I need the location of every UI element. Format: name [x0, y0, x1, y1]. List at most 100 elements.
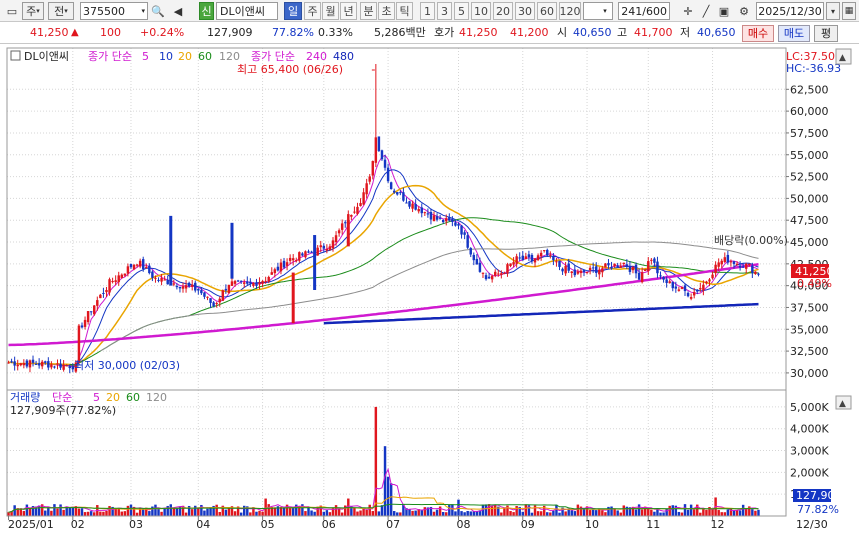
stock-chart[interactable]: 62,500 60,000 57,500 55,000 52,500 50,000 47,5… — [0, 44, 859, 539]
interval-20-label: 20 — [496, 4, 510, 18]
legend-ma10: 10 — [159, 50, 173, 63]
candle-body — [285, 262, 289, 266]
volume-speaker-icon[interactable]: ◀ — [170, 3, 186, 19]
volume-bar — [218, 511, 221, 516]
volume-bar — [647, 509, 650, 516]
candle-body — [389, 182, 393, 190]
interval-1-button[interactable]: 1 — [420, 2, 435, 20]
interval-20-button[interactable]: 20 — [493, 2, 513, 20]
volume-bar — [304, 511, 307, 516]
volume-bar — [22, 510, 26, 516]
volume-bar — [99, 511, 102, 516]
stock-code-input[interactable]: 375500 ▾ — [80, 2, 148, 20]
interval-3-button[interactable]: 3 — [437, 2, 452, 20]
candle-body — [328, 246, 332, 251]
volume-bar — [683, 504, 687, 516]
candle-body — [542, 250, 546, 252]
candle-body — [607, 263, 610, 266]
sell-button[interactable]: 매도 — [778, 25, 810, 42]
candle-body — [689, 297, 693, 299]
candle-body — [405, 202, 408, 204]
volume-bar — [148, 511, 151, 516]
volume-bar — [313, 511, 316, 516]
candle-body — [582, 270, 586, 273]
interval-60-button[interactable]: 60 — [537, 2, 557, 20]
crosshair-icon[interactable]: ✛ — [680, 3, 696, 19]
candle-body — [368, 176, 371, 182]
candle-body — [181, 286, 185, 289]
period-tab-day[interactable]: 일 — [284, 2, 302, 20]
candle-body — [677, 289, 681, 291]
candle-body — [96, 300, 99, 306]
candle-body — [588, 267, 592, 271]
interval-10-button[interactable]: 10 — [471, 2, 491, 20]
period-tab-minute[interactable]: 분 — [360, 2, 377, 20]
candle-body — [117, 275, 120, 283]
calendar-dropdown-icon[interactable]: ▾ — [826, 2, 840, 20]
market-type-select[interactable]: 주 ▾ — [22, 2, 44, 20]
candle-body — [206, 296, 209, 298]
date-input[interactable]: 2025/12/30 — [756, 2, 824, 20]
candle-body — [7, 362, 10, 364]
volume-bar — [25, 504, 29, 516]
calendar-icon[interactable]: ▦ — [842, 2, 856, 20]
volume-bar — [524, 504, 528, 516]
volume-legend-ma-label: 단순 — [52, 391, 72, 404]
candle-body — [619, 266, 622, 268]
bid-price: 41,200 — [510, 26, 549, 39]
chart-menu-icon[interactable]: ▭ — [4, 3, 20, 19]
interval-120-button[interactable]: 120 — [559, 2, 581, 20]
candle-body — [203, 292, 206, 297]
settings-gear-icon[interactable]: ⚙ — [736, 3, 752, 19]
candle-body — [374, 137, 378, 163]
candle-body — [414, 203, 417, 210]
period-tab-year[interactable]: 년 — [340, 2, 357, 20]
stock-name-field[interactable]: DL이앤씨 — [216, 2, 278, 20]
volume-bar — [328, 512, 332, 516]
chevron-up-icon: ▲ — [839, 53, 846, 63]
volume-bar — [59, 504, 62, 516]
volume-bar — [463, 512, 466, 516]
misc-button[interactable]: 평 — [814, 25, 838, 42]
volume-bar — [680, 512, 684, 516]
period-tab-month[interactable]: 월 — [322, 2, 339, 20]
candle-body — [650, 259, 653, 261]
candle-body — [340, 223, 344, 230]
candle-body — [699, 287, 702, 290]
search-icon[interactable]: 🔍 — [150, 3, 166, 19]
candle-body — [380, 150, 384, 160]
candle-body — [665, 279, 668, 283]
save-icon[interactable]: ▣ — [716, 3, 732, 19]
period-tab-week[interactable]: 주 — [304, 2, 321, 20]
candle-body — [53, 366, 56, 368]
bar-count-input[interactable]: 241/600 — [618, 2, 670, 20]
volume-bar — [108, 506, 111, 516]
market-type-label: 주 — [26, 5, 37, 18]
volume-bar — [86, 511, 90, 516]
candle-body — [123, 273, 127, 276]
candle-body — [148, 265, 151, 274]
volume-bar — [356, 511, 359, 516]
interval-30-button[interactable]: 30 — [515, 2, 535, 20]
volume-bar — [163, 508, 166, 516]
candle-body — [377, 136, 381, 151]
drawing-tool-icon[interactable]: ╱ — [698, 3, 714, 19]
candle-body — [163, 279, 166, 281]
price-tick-label: 35,000 — [790, 323, 829, 336]
interval-custom-select[interactable]: ▾ — [583, 2, 613, 20]
period-tab-second[interactable]: 초 — [378, 2, 395, 20]
legend-toggle-icon[interactable] — [10, 50, 21, 61]
candle-body — [307, 251, 310, 253]
candle-body — [141, 259, 145, 270]
volume-bar — [157, 508, 160, 516]
board-select[interactable]: 전 ▾ — [48, 2, 74, 20]
candle-body — [441, 220, 445, 223]
volume-bar — [650, 509, 653, 516]
candle-body — [295, 260, 298, 262]
interval-5-button[interactable]: 5 — [454, 2, 469, 20]
buy-button[interactable]: 매수 — [742, 25, 774, 42]
candle-body — [628, 265, 632, 272]
period-tab-tick[interactable]: 틱 — [396, 2, 413, 20]
candle-body — [720, 260, 723, 265]
volume-bar — [564, 511, 567, 516]
